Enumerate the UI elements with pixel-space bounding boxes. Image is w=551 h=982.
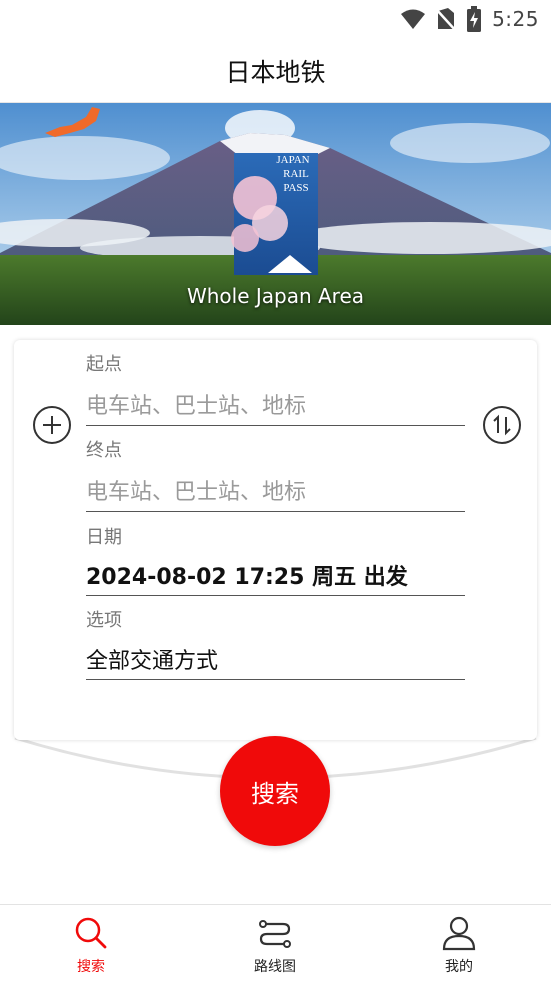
nav-label-route-map: 路线图 [254, 959, 296, 975]
nav-label-mine: 我的 [445, 959, 473, 975]
app-header: 日本地铁 [0, 38, 551, 103]
options-underline [86, 679, 465, 680]
plus-circle-icon[interactable] [33, 406, 71, 444]
date-field[interactable]: 2024-08-02 17:25 周五 出发 [86, 559, 408, 591]
date-label: 日期 [86, 527, 122, 548]
wifi-icon [401, 9, 426, 29]
status-icons: 5:25 [400, 6, 539, 32]
page-title: 日本地铁 [225, 58, 326, 87]
pass-text-1: JAPAN [276, 154, 309, 166]
nav-item-route-map[interactable]: 路线图 [215, 905, 335, 982]
options-field[interactable]: 全部交通方式 [86, 643, 218, 675]
options-label: 选项 [86, 610, 122, 631]
destination-label: 终点 [86, 440, 122, 461]
destination-underline [86, 511, 465, 512]
no-sim-icon [436, 8, 457, 31]
battery-charging-icon [467, 6, 482, 32]
search-icon [75, 917, 107, 949]
swap-arrows-icon[interactable] [483, 406, 521, 444]
bottom-nav: 搜索 路线图 我的 [0, 904, 551, 982]
pass-text-3: PASS [283, 182, 308, 194]
banner-caption: Whole Japan Area [186, 284, 365, 308]
nav-item-search[interactable]: 搜索 [31, 905, 151, 982]
pass-text-2: RAIL [283, 168, 309, 180]
date-underline [86, 595, 465, 596]
origin-underline [86, 425, 465, 426]
destination-input[interactable]: 电车站、巴士站、地标 [86, 474, 306, 506]
user-icon [442, 916, 476, 951]
status-bar: 5:25 [0, 0, 551, 38]
origin-label: 起点 [86, 354, 122, 375]
route-map-icon [259, 920, 291, 948]
status-time: 5:25 [492, 7, 539, 31]
origin-input[interactable]: 电车站、巴士站、地标 [86, 388, 306, 420]
search-button[interactable]: 搜索 [220, 736, 330, 846]
nav-label-search: 搜索 [77, 959, 105, 975]
nav-item-mine[interactable]: 我的 [399, 905, 519, 982]
